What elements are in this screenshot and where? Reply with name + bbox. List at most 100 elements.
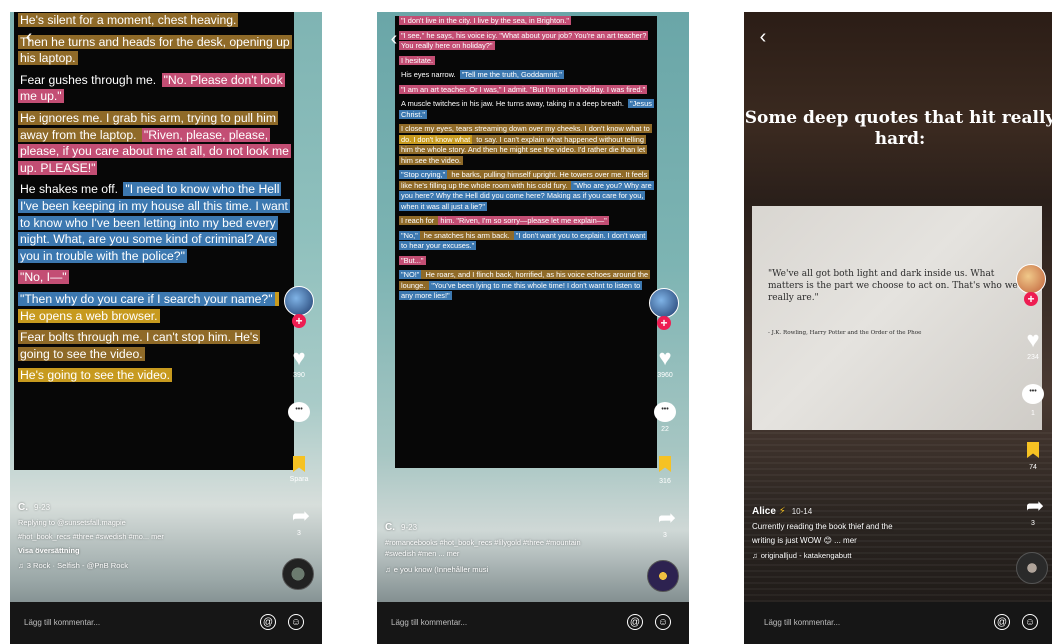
- story-paragraph: Fear bolts through me. I can't stop him.…: [14, 329, 294, 362]
- emoji-icon[interactable]: ☺: [655, 614, 671, 630]
- comment-bubble-icon[interactable]: •••: [1022, 384, 1044, 404]
- caption-text: writing is just WOW: [752, 536, 822, 545]
- share-arrow-icon[interactable]: ➦: [288, 504, 314, 528]
- bookmark-icon[interactable]: [293, 456, 305, 472]
- comment-input[interactable]: Lägg till kommentar...: [24, 618, 100, 627]
- caption[interactable]: #hot_book_recs #three #swedish #mo... me…: [18, 532, 268, 541]
- bookmark-icon[interactable]: [659, 456, 671, 472]
- highlighted-text: he snatches his arm back.: [419, 230, 514, 240]
- author-name[interactable]: C.: [385, 522, 395, 533]
- story-paragraph: "But...": [395, 255, 657, 267]
- follow-plus-icon[interactable]: +: [292, 314, 306, 328]
- tiktok-screen-2: "I don't live in the city. I live by the…: [377, 12, 689, 644]
- music-note-icon: ♫: [18, 561, 24, 570]
- music-line[interactable]: ♫ e you know (Innehåller musi: [385, 565, 635, 574]
- comment-count: 1: [1031, 410, 1035, 417]
- caption-line-1[interactable]: Currently reading the book thief and the: [752, 522, 1002, 531]
- like-heart-icon[interactable]: ♥: [1020, 328, 1046, 352]
- like-count: 3960: [657, 372, 673, 379]
- highlighted-text: "But...": [399, 255, 426, 265]
- music-title: 3 Rock · Selfish - @PnB Rock: [26, 561, 129, 570]
- mention-at-icon[interactable]: @: [627, 614, 643, 630]
- mention-at-icon[interactable]: @: [994, 614, 1010, 630]
- highlighted-text: do. I don't know what: [399, 134, 473, 144]
- highlighted-text: Then he turns and heads for the desk, op…: [18, 34, 292, 66]
- bookmark-label: Spara: [289, 476, 309, 483]
- story-paragraph: He's going to see the video.: [14, 367, 294, 384]
- share-count: 3: [297, 530, 301, 537]
- highlighted-text: Fear bolts through me. I can't stop him.…: [18, 330, 261, 361]
- share-count: 3: [1031, 520, 1035, 527]
- comment-bar[interactable]: Lägg till kommentar... @ ☺: [744, 602, 1052, 644]
- comment-bubble-icon[interactable]: •••: [288, 402, 310, 422]
- like-count: 234: [1027, 354, 1039, 361]
- story-paragraph: He's silent for a moment, chest heaving.: [14, 12, 294, 29]
- story-paragraph: A muscle twitches in his jaw. He turns a…: [395, 99, 657, 120]
- highlighted-text: He shakes me off.: [20, 182, 122, 197]
- comment-bar[interactable]: Lägg till kommentar... @ ☺: [10, 602, 322, 644]
- tiktok-screen-1: He's silent for a moment, chest heaving.…: [10, 12, 322, 644]
- story-paragraph: "Stop crying," he barks, pulling himself…: [395, 170, 657, 212]
- back-chevron-icon[interactable]: ‹: [754, 27, 772, 47]
- highlighted-text: "No, I—": [18, 270, 69, 285]
- video-info: Alice ⚡ 10-14 Currently reading the book …: [752, 506, 1002, 560]
- like-heart-icon[interactable]: ♥: [286, 346, 312, 370]
- reply-line[interactable]: Replying to @sunsetsfall.magpie: [18, 518, 268, 527]
- highlighted-text: His eyes narrow.: [401, 70, 458, 80]
- like-heart-icon[interactable]: ♥: [652, 346, 678, 370]
- story-paragraph: "I don't live in the city. I live by the…: [395, 16, 657, 27]
- author-name[interactable]: Alice: [752, 506, 776, 517]
- bookmark-count: 316: [659, 478, 671, 485]
- mention-at-icon[interactable]: @: [260, 614, 276, 630]
- sound-disc-icon[interactable]: [647, 560, 679, 592]
- highlighted-text: "NO!": [399, 270, 422, 280]
- music-title: originalljud - katakengabutt: [760, 551, 852, 560]
- music-line[interactable]: ♫ originalljud - katakengabutt: [752, 551, 1002, 560]
- highlighted-text: "Then why do you care if I search your n…: [18, 291, 275, 306]
- story-paragraph: I close my eyes, tears streaming down ov…: [395, 124, 657, 166]
- share-arrow-icon[interactable]: ➦: [654, 506, 680, 530]
- comment-bar[interactable]: Lägg till kommentar... @ ☺: [377, 602, 689, 644]
- video-info: C. 9-23 Replying to @sunsetsfall.magpie #…: [18, 502, 268, 570]
- comment-input[interactable]: Lägg till kommentar...: [764, 618, 840, 627]
- sound-disc-icon[interactable]: [1016, 552, 1048, 584]
- author-name[interactable]: C.: [18, 502, 28, 513]
- creator-avatar[interactable]: [649, 288, 679, 318]
- highlighted-text: "I see," he says, his voice icy. "What a…: [399, 30, 649, 51]
- story-paragraph: "I am an art teacher. Or I was," I admit…: [395, 84, 657, 96]
- creator-avatar[interactable]: [284, 286, 314, 316]
- story-paragraph: "No, I—": [14, 269, 294, 286]
- share-arrow-icon[interactable]: ➦: [1022, 494, 1048, 518]
- translate-link[interactable]: Visa översättning: [18, 546, 268, 555]
- comment-bubble-icon[interactable]: •••: [654, 402, 676, 422]
- sound-disc-icon[interactable]: [282, 558, 314, 590]
- highlighted-text: Fear gushes through me.: [20, 72, 160, 87]
- highlighted-text: He's silent for a moment, chest heaving.: [18, 13, 239, 27]
- follow-plus-icon[interactable]: +: [1024, 292, 1038, 306]
- music-line[interactable]: ♫ 3 Rock · Selfish - @PnB Rock: [18, 561, 268, 570]
- comment-input[interactable]: Lägg till kommentar...: [391, 618, 467, 627]
- creator-avatar[interactable]: [1016, 264, 1046, 294]
- highlighted-text: him. "Riven, I'm so sorry—please let me …: [438, 216, 609, 226]
- highlighted-text: I hesitate.: [399, 55, 436, 65]
- emoji-icon[interactable]: ☺: [288, 614, 304, 630]
- back-chevron-icon[interactable]: ‹: [20, 27, 38, 47]
- story-paragraph: I hesitate.: [395, 55, 657, 67]
- emoji-icon[interactable]: ☺: [1022, 614, 1038, 630]
- quote-source: - J.K. Rowling, Harry Potter and the Ord…: [768, 330, 922, 336]
- highlighted-text: I close my eyes, tears streaming down ov…: [399, 124, 652, 134]
- caption-line-2[interactable]: writing is just WOW 😊 ... mer: [752, 536, 1002, 545]
- caption[interactable]: #romancebooks #hot_book_recs #lilygold #…: [385, 538, 605, 559]
- caption-more[interactable]: ... mer: [834, 536, 857, 545]
- author-line: C. 9-23: [18, 502, 268, 513]
- story-paragraph: "No," he snatches his arm back. "I don't…: [395, 230, 657, 252]
- author-line: Alice ⚡ 10-14: [752, 506, 1002, 517]
- follow-plus-icon[interactable]: +: [657, 316, 671, 330]
- back-chevron-icon[interactable]: ‹: [385, 29, 403, 49]
- story-paragraph: His eyes narrow. "Tell me the truth, God…: [395, 70, 657, 81]
- quote-text: "We've all got both light and dark insid…: [768, 269, 1018, 304]
- highlighted-text: "No,": [399, 230, 420, 240]
- video-info: C. 9-23 #romancebooks #hot_book_recs #lil…: [385, 522, 635, 574]
- post-date: 9-23: [34, 503, 51, 512]
- story-paragraph: "Then why do you care if I search your n…: [14, 291, 294, 324]
